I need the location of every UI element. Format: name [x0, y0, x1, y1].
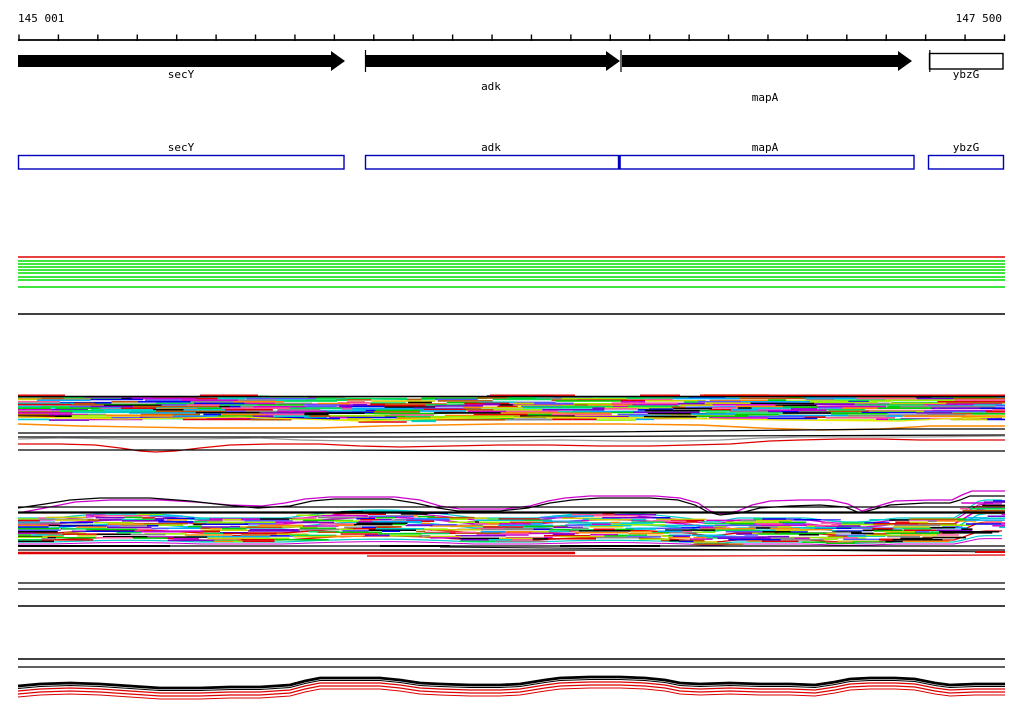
bottom-curves [17, 675, 1005, 700]
gene-box-track [17, 154, 1005, 170]
ruler-start-label: 145 001 [18, 12, 64, 25]
box-label-mapA: mapA [752, 141, 779, 154]
gene-arrow-track [18, 50, 1004, 72]
genome-browser-canvas: 145 001 147 500 secY adk mapA ybzG secY … [17, 12, 1006, 700]
gene-label-adk: adk [481, 80, 501, 93]
gene-arrow-mapA [622, 51, 912, 71]
stripe-track [18, 256, 1005, 288]
separator-lines [18, 313, 1005, 668]
alignment-band-2 [17, 490, 1006, 557]
box-label-secY: secY [168, 141, 195, 154]
gene-arrow-adk [365, 51, 620, 71]
gene-openbox-ybzG [928, 52, 1004, 70]
gene-label-mapA: mapA [752, 91, 779, 104]
gene-label-ybzG: ybzG [953, 68, 980, 81]
box-label-adk: adk [481, 141, 501, 154]
ruler-end-label: 147 500 [956, 12, 1002, 25]
alignment-band-1 [17, 394, 1006, 453]
ruler-track [18, 34, 1006, 41]
labels: 145 001 147 500 secY adk mapA ybzG secY … [18, 12, 1002, 154]
genome-browser-screenshot: 145 001 147 500 secY adk mapA ybzG secY … [0, 0, 1024, 714]
gene-label-secY: secY [168, 68, 195, 81]
box-label-ybzG: ybzG [953, 141, 980, 154]
